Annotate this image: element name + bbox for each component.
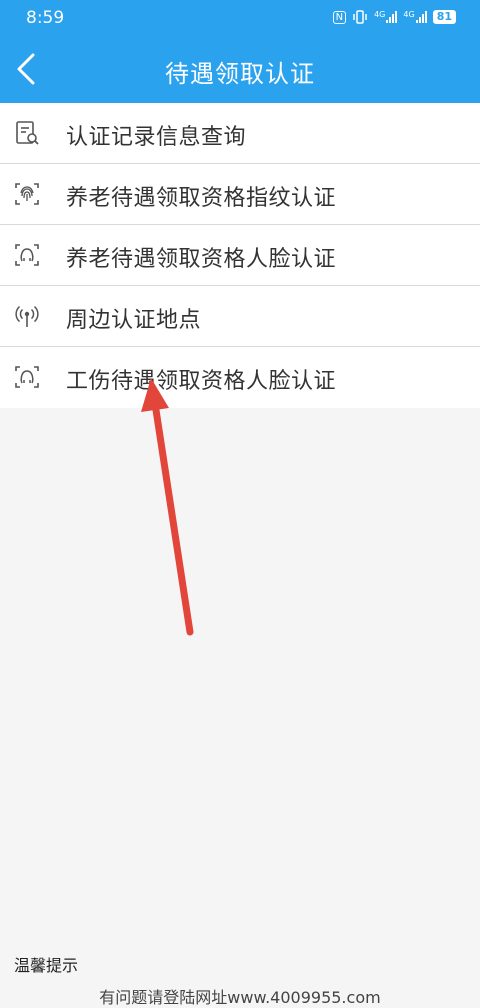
face-icon	[15, 244, 39, 266]
menu-list: 认证记录信息查询 养老待遇领取资格指纹认证 养老待遇领取资格人脸认证 周边认证地…	[0, 103, 480, 408]
menu-item-label: 周边认证地点	[66, 308, 202, 333]
status-bar: 8:59 N 4G 4G 81	[0, 0, 480, 36]
page-title: 待遇领取认证	[165, 60, 315, 88]
menu-item-label: 养老待遇领取资格指纹认证	[66, 186, 337, 211]
menu-item-record-query[interactable]: 认证记录信息查询	[0, 103, 480, 164]
signal-bars-icon	[386, 11, 398, 23]
nfc-icon: N	[332, 10, 347, 24]
watermark-text: 有问题请登陆网址www.4009955.com	[99, 988, 381, 1007]
menu-item-nearby-locations[interactable]: 周边认证地点	[0, 286, 480, 347]
status-time: 8:59	[26, 8, 65, 28]
tip-label: 温馨提示	[14, 956, 79, 975]
signal-2: 4G	[403, 11, 427, 23]
menu-item-label: 养老待遇领取资格人脸认证	[66, 247, 337, 272]
battery-icon: 81	[432, 10, 456, 24]
menu-item-pension-face-auth[interactable]: 养老待遇领取资格人脸认证	[0, 225, 480, 286]
fingerprint-icon	[15, 183, 39, 205]
menu-item-fingerprint-auth[interactable]: 养老待遇领取资格指纹认证	[0, 164, 480, 225]
location-signal-icon	[15, 305, 39, 327]
signal-bars-icon	[415, 11, 427, 23]
status-icons: N 4G 4G 81	[332, 10, 456, 24]
record-search-icon	[16, 121, 39, 145]
menu-item-label: 工伤待遇领取资格人脸认证	[66, 369, 337, 394]
signal-1: 4G	[374, 11, 398, 23]
app-header: 待遇领取认证	[0, 36, 480, 103]
menu-item-injury-face-auth[interactable]: 工伤待遇领取资格人脸认证	[0, 347, 480, 408]
face-icon	[15, 366, 39, 388]
menu-item-label: 认证记录信息查询	[66, 125, 247, 150]
vibrate-icon	[353, 10, 367, 24]
